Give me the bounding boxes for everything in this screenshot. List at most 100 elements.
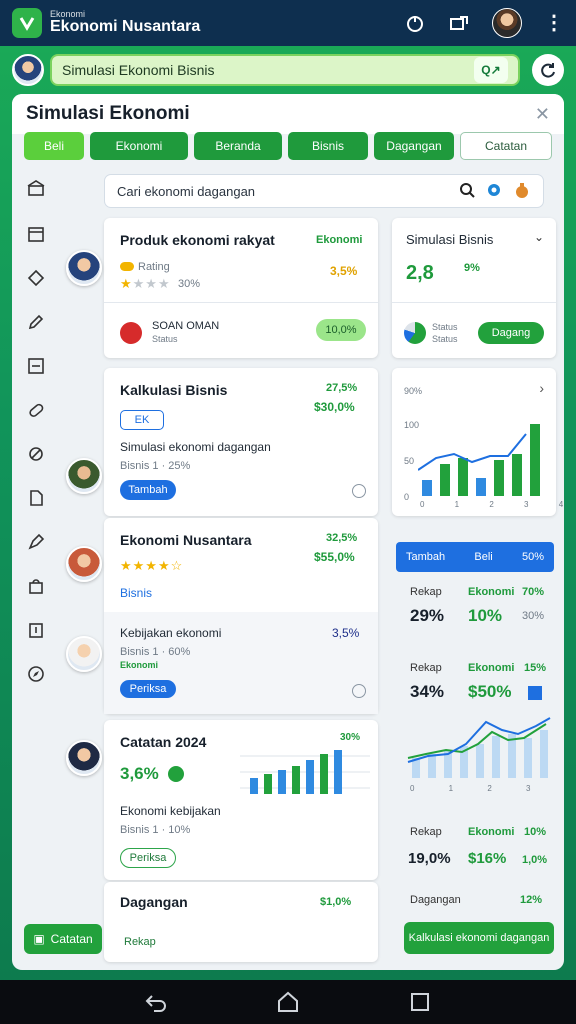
stat-v2: $16% — [468, 850, 507, 867]
agent-avatar[interactable] — [66, 636, 102, 672]
calculate-button[interactable]: Kalkulasi ekonomi dagangan — [404, 922, 554, 954]
panel-title: Simulasi Ekonomi — [26, 103, 190, 124]
stat-v2: 10% — [468, 606, 503, 625]
merchandise-card[interactable]: Dagangan $1,0% Rekap — [104, 882, 378, 962]
share-icon[interactable] — [448, 12, 470, 34]
refresh-icon[interactable] — [532, 54, 564, 86]
stat-h1: Rekap — [410, 826, 442, 838]
recents-icon[interactable] — [407, 989, 433, 1015]
check-circle-icon[interactable] — [352, 684, 366, 698]
item-name: SOAN OMAN — [152, 320, 220, 332]
link-icon[interactable] — [26, 444, 46, 464]
agent-avatar[interactable] — [66, 740, 102, 776]
search-go-button[interactable]: Q↗ — [474, 57, 508, 83]
money-bag-icon[interactable] — [513, 181, 531, 202]
card-pct: 30% — [340, 732, 361, 743]
panel-header: Simulasi Ekonomi ✕ — [12, 94, 564, 134]
filter-placeholder: Cari ekonomi dagangan — [117, 183, 256, 199]
x-ticks: 0 1 2 3 4 5 — [420, 500, 564, 509]
back-icon[interactable] — [143, 989, 169, 1015]
power-icon[interactable] — [404, 12, 426, 34]
chevron-down-icon[interactable]: ⌄ — [534, 230, 544, 244]
item-badge: 10,0% — [316, 319, 366, 341]
tag-icon[interactable] — [26, 268, 46, 288]
card-link[interactable]: Rekap — [124, 936, 156, 948]
divider — [104, 302, 378, 303]
card-big-value: 3,6% — [120, 764, 159, 783]
card-chip[interactable]: EK — [120, 410, 164, 430]
pen-icon[interactable] — [26, 532, 46, 552]
rating-label: Rating — [138, 261, 170, 273]
search-input-value: Simulasi Ekonomi Bisnis — [62, 62, 215, 78]
tab-ekonomi[interactable]: Ekonomi — [90, 132, 188, 160]
product-card[interactable]: Produk ekonomi rakyat Ekonomi Rating ★★★… — [104, 218, 378, 358]
card-pct: 27,5% — [326, 382, 358, 394]
filter-actions — [459, 181, 531, 202]
card-link[interactable]: Bisnis — [120, 586, 152, 600]
profile-avatar[interactable] — [12, 54, 44, 86]
archive-icon[interactable] — [26, 620, 46, 640]
more-menu-icon[interactable]: ⋮ — [544, 13, 564, 33]
tab-bisnis[interactable]: Bisnis — [288, 132, 368, 160]
card-amount: $1,0% — [320, 896, 352, 908]
title-bar: Ekonomi Ekonomi Nusantara ⋮ — [0, 0, 576, 46]
system-nav-bar — [0, 980, 576, 1024]
store-icon[interactable] — [26, 576, 46, 596]
note-icon: ▣ — [33, 932, 45, 946]
search-input[interactable]: Simulasi Ekonomi Bisnis Q↗ — [50, 54, 520, 86]
ring-label: Status — [432, 322, 458, 332]
bar-line-chart — [418, 424, 540, 496]
card-sub: 30% — [178, 278, 201, 290]
inspect-button[interactable]: Periksa — [120, 848, 176, 868]
tab-beranda[interactable]: Beranda — [194, 132, 282, 160]
calendar-icon[interactable] — [26, 224, 46, 244]
trade-button[interactable]: Dagang — [478, 322, 544, 344]
tab-dagangan[interactable]: Dagangan — [374, 132, 454, 160]
donut-icon — [404, 322, 426, 344]
row-pct: 3,5% — [332, 626, 360, 640]
stat-h3: 70% — [522, 586, 545, 598]
app-logo-icon — [12, 8, 42, 38]
document-icon[interactable] — [26, 488, 46, 508]
gear-icon[interactable] — [485, 181, 503, 202]
summary-card[interactable]: Simulasi Bisnis ⌄ 2,8 9% Status Status D… — [392, 218, 556, 358]
filter-input[interactable]: Cari ekonomi dagangan — [104, 174, 544, 208]
compass-icon[interactable] — [26, 664, 46, 684]
home-icon[interactable] — [275, 989, 301, 1015]
y-tick: 50 — [404, 456, 415, 466]
card-title: Ekonomi Nusantara — [120, 532, 252, 548]
card-amount: $55,0% — [314, 550, 355, 564]
add-button[interactable]: Tambah — [120, 480, 176, 500]
user-avatar[interactable] — [492, 8, 522, 38]
tab-catatan[interactable]: Catatan — [460, 132, 552, 160]
y-tick: 90% — [404, 386, 423, 396]
edit-icon[interactable] — [26, 312, 46, 332]
notes-button[interactable]: ▣ Catatan — [24, 924, 102, 954]
search-icon[interactable] — [459, 182, 475, 201]
agent-avatar[interactable] — [66, 546, 102, 582]
inspect-button[interactable]: Periksa — [120, 680, 176, 698]
nusantara-card[interactable]: Ekonomi Nusantara 32,5% $55,0% ★★★★☆ Bis… — [104, 518, 378, 714]
pill-icon[interactable] — [26, 400, 46, 420]
chart-card: 90% 100 50 0 › 0 1 2 3 4 5 — [392, 368, 564, 516]
card-submeta: Ekonomi — [120, 660, 159, 670]
bank-icon[interactable] — [26, 178, 46, 198]
card-title: Kalkulasi Bisnis — [120, 382, 228, 398]
check-circle-icon[interactable] — [352, 484, 366, 498]
rating-stars: ★★★★☆ — [120, 558, 184, 573]
minus-box-icon[interactable] — [26, 356, 46, 376]
strip-a: Tambah — [406, 551, 446, 563]
close-icon[interactable]: ✕ — [535, 104, 550, 125]
stat-v1: 34% — [410, 682, 445, 701]
summary-strip[interactable]: Tambah Beli 50% — [396, 542, 554, 572]
strip-c: 50% — [521, 551, 544, 563]
agent-avatar[interactable] — [66, 458, 102, 494]
card-amount: $30,0% — [314, 400, 355, 414]
stat-h1: Rekap — [410, 586, 442, 598]
tab-beli[interactable]: Beli — [24, 132, 84, 160]
calc-card[interactable]: Kalkulasi Bisnis 27,5% $30,0% EK Simulas… — [104, 368, 378, 516]
notes-card[interactable]: Catatan 2024 3,6% 30% Ekonomi kebijakan … — [104, 720, 378, 880]
agent-avatar[interactable] — [66, 250, 102, 286]
stat-h2: Ekonomi — [468, 586, 515, 598]
chevron-right-icon[interactable]: › — [539, 380, 544, 396]
